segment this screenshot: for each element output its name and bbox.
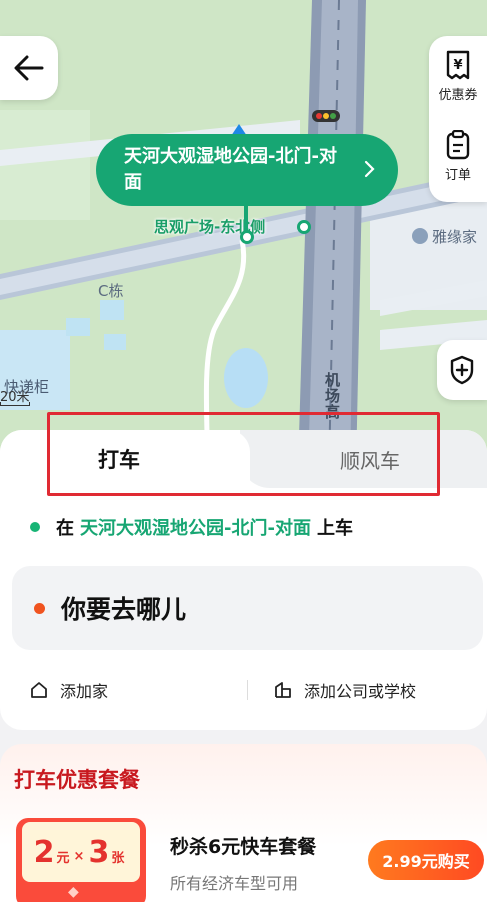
map-label-road: 机场高 <box>323 372 341 420</box>
coupon-count: 3 <box>88 834 110 870</box>
coupon-times: × <box>73 848 85 864</box>
coupon-decoration-icon: ◆ <box>68 884 79 900</box>
deal-title: 秒杀6元快车套餐 <box>170 836 317 858</box>
add-work-button[interactable]: 添加公司或学校 <box>274 678 416 702</box>
coupon-label: 优惠券 <box>438 87 478 103</box>
map-label-store: 雅缘家 <box>412 226 477 247</box>
destination-placeholder: 你要去哪儿 <box>61 595 187 624</box>
coupon-button[interactable]: ¥ 优惠券 <box>429 36 487 116</box>
pickup-suffix: 上车 <box>316 518 353 539</box>
map-label-building: C栋 <box>98 282 124 300</box>
order-icon <box>446 129 470 159</box>
coupon-card[interactable]: 2 元 × 3 张 ◆ <box>16 818 146 902</box>
plaza-pin-dot[interactable] <box>297 220 311 234</box>
order-button[interactable]: 订单 <box>429 116 487 196</box>
add-home-button[interactable]: 添加家 <box>30 678 108 702</box>
order-label: 订单 <box>444 167 471 183</box>
map-right-panel: ¥ 优惠券 订单 <box>429 36 487 202</box>
arrow-left-icon <box>14 55 44 81</box>
add-work-label: 添加公司或学校 <box>304 682 417 701</box>
shortcut-divider <box>247 680 248 700</box>
pickup-pin-dot <box>240 230 254 244</box>
building-icon <box>275 682 291 698</box>
pickup-bubble-text: 天河大观湿地公园-北门-对面 <box>124 146 337 193</box>
safety-button[interactable] <box>437 340 487 400</box>
deal-subtitle: 所有经济车型可用 <box>170 874 299 893</box>
tab-hitch[interactable]: 顺风车 <box>240 430 487 488</box>
address-shortcuts: 添加家 添加公司或学校 <box>0 670 487 710</box>
pickup-prefix: 在 <box>56 518 74 539</box>
destination-dot-icon <box>34 602 45 614</box>
pickup-place[interactable]: 天河大观湿地公园-北门-对面 <box>80 514 311 540</box>
pickup-line[interactable]: 在 天河大观湿地公园-北门-对面 上车 <box>30 514 353 540</box>
map-view[interactable]: C栋 快递柜 雅缘家 机场高 思观广场-东北侧 20米 天河大观湿地公园-北门-… <box>0 0 487 470</box>
back-button[interactable] <box>0 36 58 100</box>
coupon-face: 2 元 × 3 张 <box>22 822 140 882</box>
ride-tabs: 顺风车 打车 <box>0 430 487 488</box>
utensils-icon <box>412 228 428 244</box>
map-scale-bar <box>0 402 30 406</box>
coupon-count-unit: 张 <box>111 850 125 866</box>
shield-plus-icon <box>450 355 474 385</box>
pickup-bubble[interactable]: 天河大观湿地公园-北门-对面 <box>96 134 398 206</box>
pickup-dot-icon <box>30 522 40 532</box>
buy-button[interactable]: 2.99元购买 <box>368 840 484 880</box>
destination-input[interactable]: 你要去哪儿 <box>12 566 483 650</box>
coupon-icon: ¥ <box>446 50 470 79</box>
coupon-unit: 元 <box>56 850 70 866</box>
promo-section: 打车优惠套餐 2 元 × 3 张 ◆ 秒杀6元快车套餐 所有经济车型可用 2.9… <box>0 744 487 902</box>
chevron-right-icon <box>364 160 375 178</box>
tab-taxi[interactable]: 打车 <box>0 430 250 488</box>
coupon-amount: 2 <box>33 834 55 870</box>
ride-sheet: 顺风车 打车 在 天河大观湿地公园-北门-对面 上车 你要去哪儿 添加家 添加公… <box>0 430 487 730</box>
svg-text:¥: ¥ <box>453 58 462 73</box>
promo-title: 打车优惠套餐 <box>14 768 140 792</box>
home-icon <box>31 682 47 698</box>
add-home-label: 添加家 <box>60 682 109 701</box>
